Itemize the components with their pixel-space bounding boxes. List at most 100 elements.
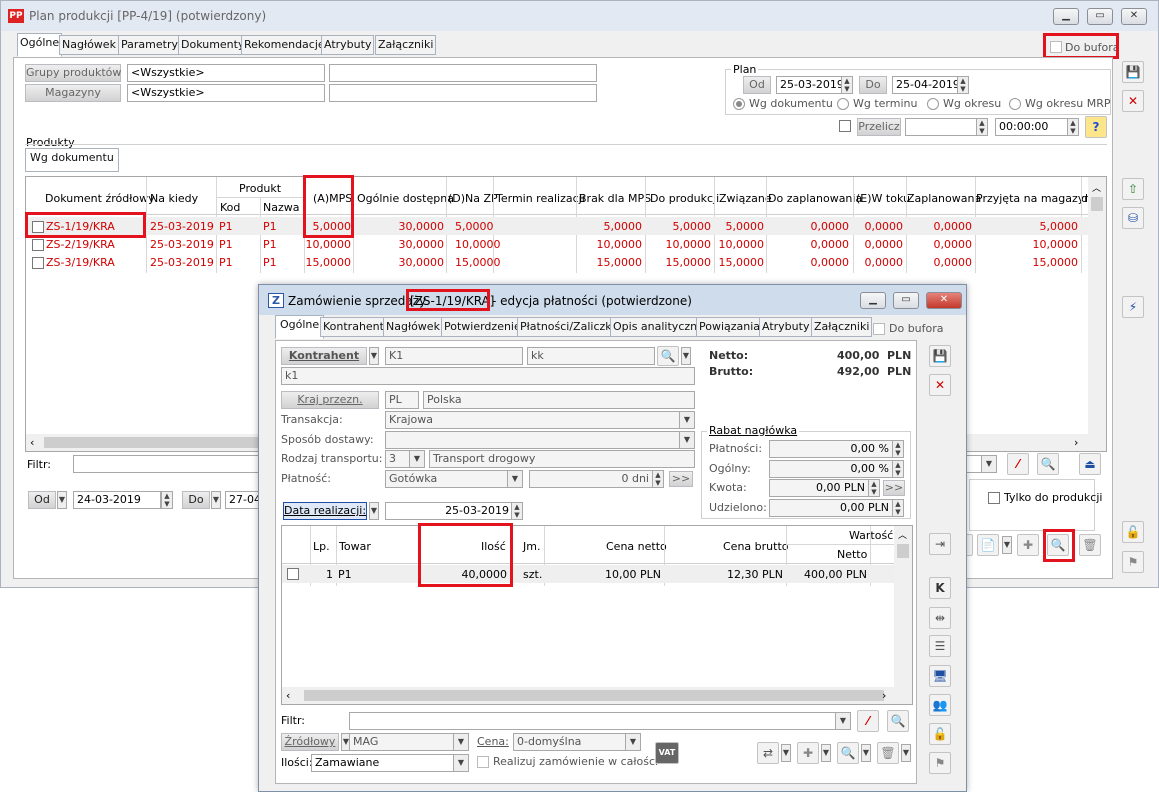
przelicz-magic-icon[interactable]: ? bbox=[1085, 116, 1107, 138]
dialog-cancel-icon[interactable]: ✕ bbox=[929, 374, 951, 396]
dialog-filtr-dropdown[interactable]: ▼ bbox=[835, 712, 851, 730]
magazyny-field[interactable]: <Wszystkie> bbox=[127, 84, 325, 102]
dialog-lock-icon[interactable]: 🔓 bbox=[929, 723, 951, 745]
dialog-users-icon[interactable]: 👥 bbox=[929, 694, 951, 716]
rodzaj-code-dropdown[interactable]: ▼ bbox=[409, 450, 425, 468]
col-cena-netto[interactable]: Cena netto bbox=[606, 540, 667, 553]
platnosc-dni-field[interactable]: 0 dni bbox=[529, 470, 653, 488]
zrodlowy-button[interactable]: Źródłowy bbox=[281, 733, 339, 751]
dialog-preview-arrow[interactable]: ▼ bbox=[861, 744, 871, 762]
dialog-scroll-thumb[interactable] bbox=[897, 544, 909, 558]
plan-do-button[interactable]: Do bbox=[859, 76, 887, 94]
tab-parametry[interactable]: Parametry bbox=[118, 35, 181, 55]
col-zwiazane[interactable]: Związane bbox=[719, 192, 772, 205]
dialog-filter-construct-icon[interactable]: 🔍 bbox=[887, 710, 909, 732]
przelicz-time-spinner[interactable]: ▲ ▼ bbox=[1067, 118, 1079, 136]
rabat-ogolny-spinner[interactable]: ▲ ▼ bbox=[892, 460, 904, 478]
magazyny-extra-field[interactable] bbox=[329, 84, 597, 102]
bottom-do-arrow[interactable]: ▼ bbox=[211, 491, 221, 509]
tab-dokumenty[interactable]: Dokumenty bbox=[178, 35, 248, 55]
bottom-od-button[interactable]: Od bbox=[28, 491, 56, 509]
dialog-grid-hscroll[interactable]: ‹ › bbox=[282, 687, 894, 704]
dialog-next-icon[interactable]: ⇥ bbox=[929, 533, 951, 555]
magazyny-button[interactable]: Magazyny bbox=[25, 84, 121, 102]
kontrahent-line2-field[interactable]: k1 bbox=[281, 367, 695, 385]
przelicz-date-field[interactable] bbox=[905, 118, 981, 136]
dialog-list-icon[interactable]: ☰ bbox=[929, 635, 951, 657]
dialog-k-icon[interactable]: K bbox=[929, 577, 951, 599]
tab-rekomendacje[interactable]: Rekomendacje bbox=[241, 35, 328, 55]
ilosci-select[interactable]: Zamawiane bbox=[311, 754, 469, 772]
scroll-thumb[interactable] bbox=[1091, 197, 1103, 211]
dialog-tab-powiazania[interactable]: Powiązania bbox=[696, 317, 764, 337]
cancel-icon[interactable]: ✕ bbox=[1122, 90, 1144, 112]
realizuj-checkbox[interactable] bbox=[477, 756, 489, 768]
rabat-kwota-field[interactable]: 0,00 PLN bbox=[769, 479, 869, 497]
data-realizacji-arrow[interactable]: ▼ bbox=[369, 502, 379, 520]
platnosc-select[interactable]: Gotówka bbox=[385, 470, 523, 488]
dialog-scroll-up-icon[interactable]: ︿ bbox=[898, 528, 907, 541]
przelicz-checkbox[interactable] bbox=[839, 120, 851, 132]
dialog-delete-arrow[interactable]: ▼ bbox=[901, 744, 911, 762]
dialog-scroll-left-icon[interactable]: ‹ bbox=[286, 689, 290, 702]
dialog-generate-arrow[interactable]: ▼ bbox=[781, 744, 791, 762]
dialog-do-bufora-checkbox[interactable] bbox=[873, 323, 885, 335]
dialog-tab-opis[interactable]: Opis analityczny bbox=[610, 317, 707, 337]
dialog-delete-icon[interactable]: 🗑 bbox=[877, 742, 899, 764]
przelicz-date-spinner[interactable]: ▲ ▼ bbox=[976, 118, 988, 136]
kraj-button[interactable]: Kraj przezn. bbox=[281, 391, 379, 409]
sposob-select[interactable] bbox=[385, 431, 695, 449]
dialog-row-checkbox[interactable] bbox=[287, 568, 299, 580]
scroll-thumb-h[interactable] bbox=[44, 437, 280, 448]
col-nazp[interactable]: (D)Na ZP bbox=[448, 192, 498, 205]
main-row-checkbox[interactable] bbox=[32, 257, 44, 269]
dialog-scroll-right-icon[interactable]: › bbox=[882, 689, 886, 702]
kontrahent-search-icon[interactable]: 🔍 bbox=[657, 346, 679, 366]
przelicz-time-field[interactable]: 00:00:00 bbox=[995, 118, 1069, 136]
flag-icon[interactable]: ⚑ bbox=[1122, 551, 1144, 573]
bottom-od-spinner[interactable]: ▲ ▼ bbox=[161, 491, 173, 509]
grupy-produktow-button[interactable]: Grupy produktów bbox=[25, 64, 121, 82]
rodzaj-value-field[interactable]: Transport drogowy bbox=[429, 450, 695, 468]
col-wtoku[interactable]: (E)W toku bbox=[856, 192, 910, 205]
dialog-grid-vscroll[interactable]: ︿ bbox=[894, 526, 912, 704]
grupy-produktow-extra-field[interactable] bbox=[329, 64, 597, 82]
import-icon[interactable]: ⏏ bbox=[1079, 453, 1101, 475]
kontrahent-arrow[interactable]: ▼ bbox=[369, 347, 379, 365]
bottom-do-date[interactable]: 27-04 bbox=[225, 491, 261, 509]
export-up-icon[interactable]: ⇧ bbox=[1122, 178, 1144, 200]
plan-od-spinner[interactable]: ▲ ▼ bbox=[841, 76, 853, 94]
dialog-tab-zalaczniki[interactable]: Załączniki bbox=[811, 317, 873, 337]
data-realizacji-button[interactable]: Data realizacji: bbox=[283, 502, 367, 520]
kontrahent-code-field[interactable]: K1 bbox=[385, 347, 523, 365]
kraj-name-field[interactable]: Polska bbox=[423, 391, 695, 409]
zrodlowy-dropdown[interactable]: ▼ bbox=[453, 733, 469, 751]
filter-construct-icon[interactable]: 🔍 bbox=[1037, 453, 1059, 475]
grupy-produktow-field[interactable]: <Wszystkie> bbox=[127, 64, 325, 82]
db-import-icon[interactable]: ⛁ bbox=[1122, 207, 1144, 229]
bottom-od-arrow[interactable]: ▼ bbox=[57, 491, 67, 509]
plan-do-date[interactable]: 25-04-2019 bbox=[892, 76, 958, 94]
dialog-clear-filter-icon[interactable]: ⁄ bbox=[857, 710, 879, 732]
tab-atrybuty[interactable]: Atrybuty bbox=[321, 35, 375, 55]
col-na-kiedy[interactable]: Na kiedy bbox=[150, 192, 198, 205]
sposob-dropdown[interactable]: ▼ bbox=[679, 431, 695, 449]
cena-dropdown[interactable]: ▼ bbox=[625, 733, 641, 751]
document-edit-icon[interactable]: 📄 bbox=[977, 534, 999, 556]
plan-od-date[interactable]: 25-03-2019 bbox=[776, 76, 842, 94]
kraj-code-field[interactable]: PL bbox=[385, 391, 419, 409]
close-button[interactable]: ✕ bbox=[1121, 8, 1147, 25]
platnosc-dropdown[interactable]: ▼ bbox=[507, 470, 523, 488]
lock-icon[interactable]: 🔓 bbox=[1122, 521, 1144, 543]
col-termin[interactable]: Termin realizacji bbox=[496, 192, 585, 205]
transakcja-select[interactable]: Krajowa bbox=[385, 411, 695, 429]
col-towar[interactable]: Towar bbox=[339, 540, 371, 553]
rabat-platnosci-field[interactable]: 0,00 % bbox=[769, 440, 893, 458]
dialog-tab-naglowek[interactable]: Nagłówek bbox=[383, 317, 443, 337]
radio-wg-okresu-mrp[interactable] bbox=[1009, 98, 1021, 110]
tab-ogolne[interactable]: Ogólne bbox=[17, 33, 63, 57]
przelicz-button[interactable]: Przelicz bbox=[857, 118, 901, 136]
col-jm[interactable]: Jm. bbox=[523, 540, 540, 553]
dialog-flag-icon[interactable]: ⚑ bbox=[929, 752, 951, 774]
dialog-close-button[interactable]: ✕ bbox=[926, 292, 962, 309]
